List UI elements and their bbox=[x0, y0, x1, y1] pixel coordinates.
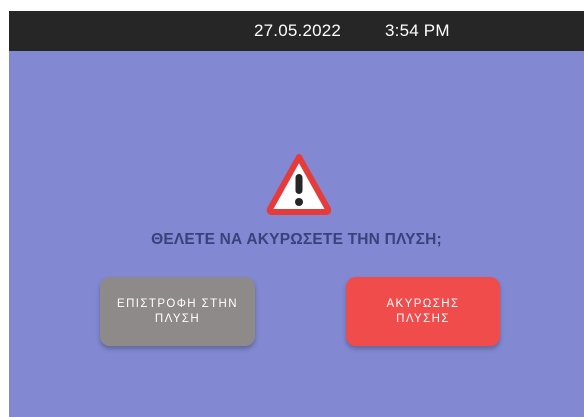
return-to-wash-button[interactable]: ΕΠΙΣΤΡΟΦΗ ΣΤΗΝ ΠΛΥΣΗ bbox=[100, 277, 255, 346]
cancel-wash-label: ΑΚΥΡΩΣΗΣ ΠΛΥΣΗΣ bbox=[386, 297, 460, 325]
cancel-wash-button[interactable]: ΑΚΥΡΩΣΗΣ ΠΛΥΣΗΣ bbox=[346, 277, 500, 346]
return-to-wash-label: ΕΠΙΣΤΡΟΦΗ ΣΤΗΝ ΠΛΥΣΗ bbox=[117, 297, 238, 325]
status-bar: 27.05.2022 3:54 PM bbox=[9, 11, 584, 51]
cancel-wash-question: ΘΕΛΕΤΕ ΝΑ ΑΚΥΡΩΣΕΤΕ ΤΗΝ ΠΛΥΣΗ; bbox=[151, 231, 442, 248]
status-date: 27.05.2022 bbox=[254, 21, 342, 40]
warning-triangle-icon bbox=[266, 154, 332, 215]
status-time: 3:54 PM bbox=[385, 21, 450, 40]
screen: 27.05.2022 3:54 PM ΘΕΛΕΤΕ ΝΑ ΑΚΥΡΩΣΕΤΕ Τ… bbox=[9, 11, 584, 417]
